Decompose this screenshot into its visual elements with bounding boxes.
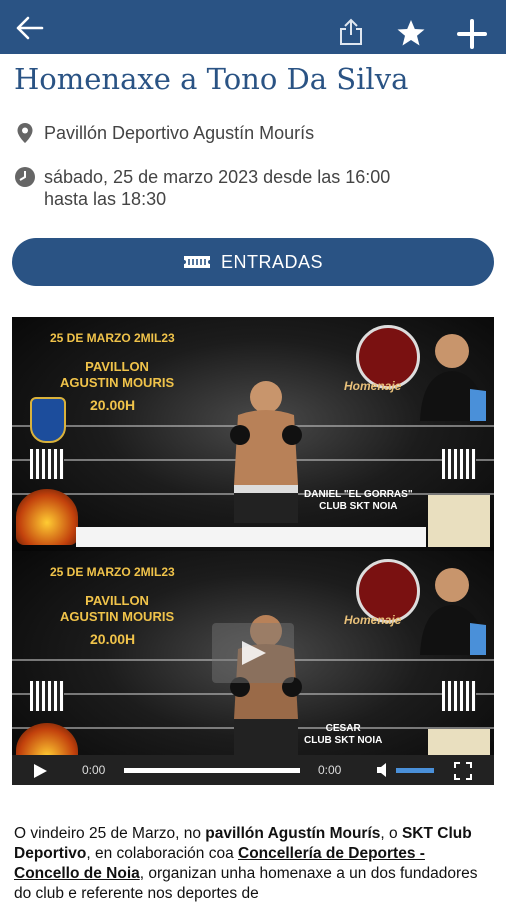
tickets-button[interactable]: ENTRADAS xyxy=(12,238,494,286)
big-play-button[interactable] xyxy=(212,623,294,683)
fighter-name: DANIEL "EL GORRAS" CLUB SKT NOIA xyxy=(304,489,413,512)
qr-code-icon xyxy=(442,449,476,479)
fighter-name: CESAR CLUB SKT NOIA xyxy=(304,723,383,746)
video-player[interactable]: 25 DE MARZO 2MIL23 PAVILLON AGUSTIN MOUR… xyxy=(12,317,494,785)
fullscreen-icon[interactable] xyxy=(454,762,472,780)
coach-image xyxy=(420,334,486,421)
poster-venue: PAVILLON AGUSTIN MOURIS xyxy=(60,359,175,390)
current-time: 0:00 xyxy=(82,763,106,777)
page-title: Homenaxe a Tono Da Silva xyxy=(14,62,409,96)
ticket-icon xyxy=(183,256,210,268)
volume-icon[interactable] xyxy=(376,762,392,778)
star-icon[interactable] xyxy=(396,18,426,48)
poster-venue: PAVILLON AGUSTIN MOURIS xyxy=(60,593,175,624)
flame-logo-icon xyxy=(16,489,78,545)
clock-icon xyxy=(15,167,35,187)
crest-icon xyxy=(30,397,66,443)
tickets-label: ENTRADAS xyxy=(220,251,323,272)
sponsor-strip xyxy=(76,527,426,547)
qr-code-icon xyxy=(442,681,476,711)
event-location[interactable]: Pavillón Deportivo Agustín Mourís xyxy=(14,122,314,144)
certificate-image xyxy=(428,495,490,547)
volume-slider[interactable] xyxy=(396,768,434,773)
event-datetime: sábado, 25 de marzo 2023 desde las 16:00… xyxy=(14,166,390,210)
seek-bar[interactable] xyxy=(124,768,300,773)
event-description: O vindeiro 25 de Marzo, no pavillón Agus… xyxy=(14,825,478,902)
share-icon[interactable] xyxy=(338,18,364,46)
coach-image xyxy=(420,568,486,655)
datetime-line-1: sábado, 25 de marzo 2023 desde las 16:00 xyxy=(44,167,391,187)
arrow-left-icon[interactable] xyxy=(14,14,46,42)
location-text: Pavillón Deportivo Agustín Mourís xyxy=(44,123,315,143)
datetime-line-2: hasta las 18:30 xyxy=(44,189,167,209)
video-controls: 0:00 0:00 xyxy=(12,755,494,785)
poster-date: 25 DE MARZO 2MIL23 xyxy=(50,565,175,579)
duration: 0:00 xyxy=(318,763,342,777)
location-pin-icon xyxy=(17,123,33,143)
qr-code-icon xyxy=(30,681,64,711)
poster-date: 25 DE MARZO 2MIL23 xyxy=(50,331,175,345)
poster-top: 25 DE MARZO 2MIL23 PAVILLON AGUSTIN MOUR… xyxy=(12,317,494,551)
app-bar xyxy=(0,0,506,54)
qr-code-icon xyxy=(30,449,64,479)
poster-time: 20.00H xyxy=(90,631,136,647)
poster-time: 20.00H xyxy=(90,397,136,413)
fighter-image xyxy=(230,381,302,523)
play-icon xyxy=(242,641,266,665)
play-icon[interactable] xyxy=(32,763,48,779)
poster-tribute: Homenaje xyxy=(344,379,402,393)
plus-icon[interactable] xyxy=(456,18,488,50)
poster-tribute: Homenaje xyxy=(344,613,402,627)
